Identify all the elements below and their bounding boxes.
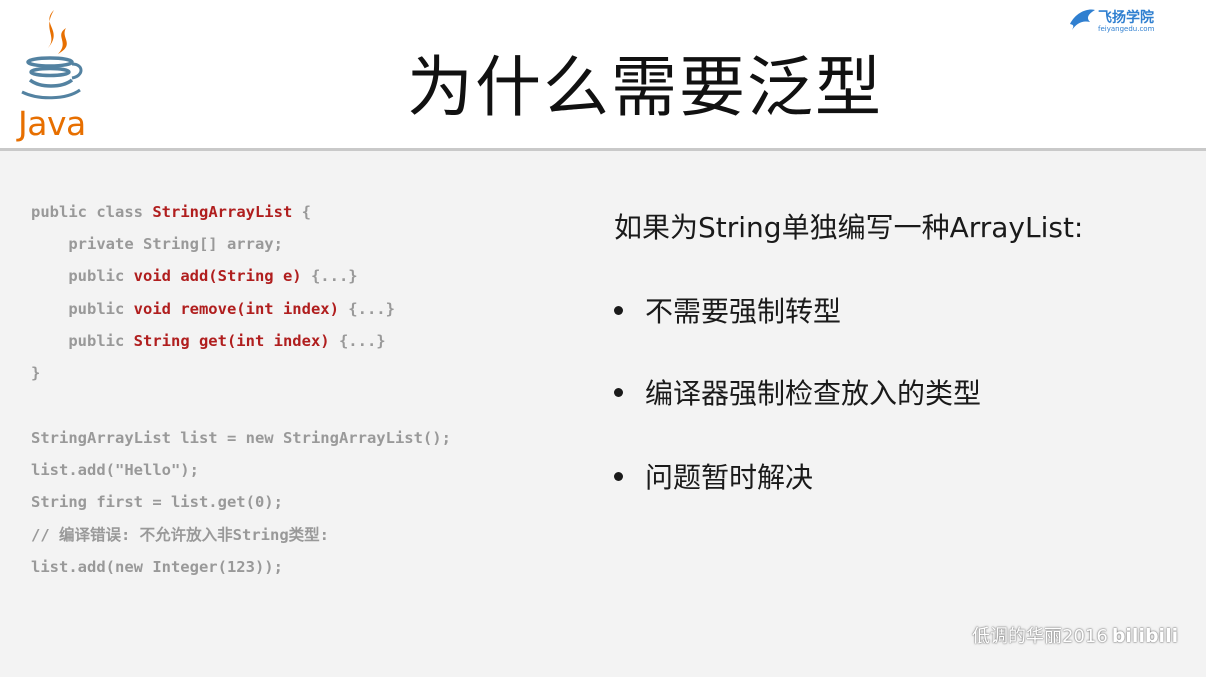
code-sample: public class StringArrayList { private S… — [31, 196, 451, 576]
code-text: private String[] array; — [31, 235, 283, 254]
code-line: public void remove(int index) {...} — [31, 293, 395, 325]
code-block-usage: StringArrayList list = new StringArrayLi… — [31, 422, 451, 583]
slide-header: Java 为什么需要泛型 飞扬学院 feiyangedu.com — [0, 0, 1206, 148]
bullet-item: 不需要强制转型 — [614, 290, 841, 330]
code-text: {...} — [329, 331, 386, 350]
bullet-item: 编译器强制检查放入的类型 — [614, 372, 981, 412]
code-line: public class StringArrayList { — [31, 196, 395, 228]
code-text: public — [31, 267, 134, 286]
brand-name: 飞扬学院 — [1098, 10, 1154, 26]
code-text: {...} — [338, 299, 395, 318]
code-text: public class — [31, 203, 153, 221]
bullet-dot-icon — [614, 387, 623, 397]
code-line: StringArrayList list = new StringArrayLi… — [31, 429, 451, 447]
bullet-text: 编译器强制检查放入的类型 — [645, 377, 982, 410]
bullet-text: 不需要强制转型 — [645, 295, 842, 328]
code-block-class-definition: public class StringArrayList { private S… — [31, 196, 395, 389]
points-heading: 如果为String单独编写一种ArrayList: — [614, 211, 1084, 244]
code-line: public String get(int index) {...} — [31, 325, 395, 357]
code-text: public — [31, 331, 134, 350]
code-highlight: void remove(int index) — [133, 299, 339, 318]
code-text: } — [31, 363, 41, 382]
code-highlight: String get(int index) — [133, 331, 330, 350]
code-line: private String[] array; — [31, 228, 395, 260]
code-line: } — [31, 357, 395, 389]
bird-icon — [1070, 9, 1095, 31]
code-text: public — [31, 299, 134, 318]
video-watermark: 低调的华丽2016 bilibili — [972, 622, 1178, 648]
bullet-dot-icon — [614, 305, 623, 315]
bullet-dot-icon — [614, 471, 623, 481]
bullet-text: 问题暂时解决 — [645, 461, 814, 494]
code-line: list.add("Hello"); — [31, 461, 199, 480]
code-text: { — [292, 203, 311, 221]
code-line: public void add(String e) {...} — [31, 260, 395, 292]
code-text: {...} — [301, 267, 358, 286]
watermark-author: 低调的华丽2016 — [972, 626, 1108, 647]
brand-logo: 飞扬学院 feiyangedu.com — [1068, 6, 1178, 38]
code-highlight: void add(String e) — [133, 267, 302, 286]
bullet-item: 问题暂时解决 — [614, 456, 813, 496]
code-line: list.add(new Integer(123)); — [31, 557, 283, 576]
code-highlight: StringArrayList — [152, 203, 293, 221]
bilibili-logo-icon: bilibili — [1111, 625, 1179, 647]
code-line: String first = list.get(0); — [31, 493, 283, 512]
brand-domain: feiyangedu.com — [1098, 25, 1155, 33]
page-title: 为什么需要泛型 — [407, 49, 883, 126]
code-line: // 编译错误: 不允许放入非String类型: — [31, 525, 329, 544]
